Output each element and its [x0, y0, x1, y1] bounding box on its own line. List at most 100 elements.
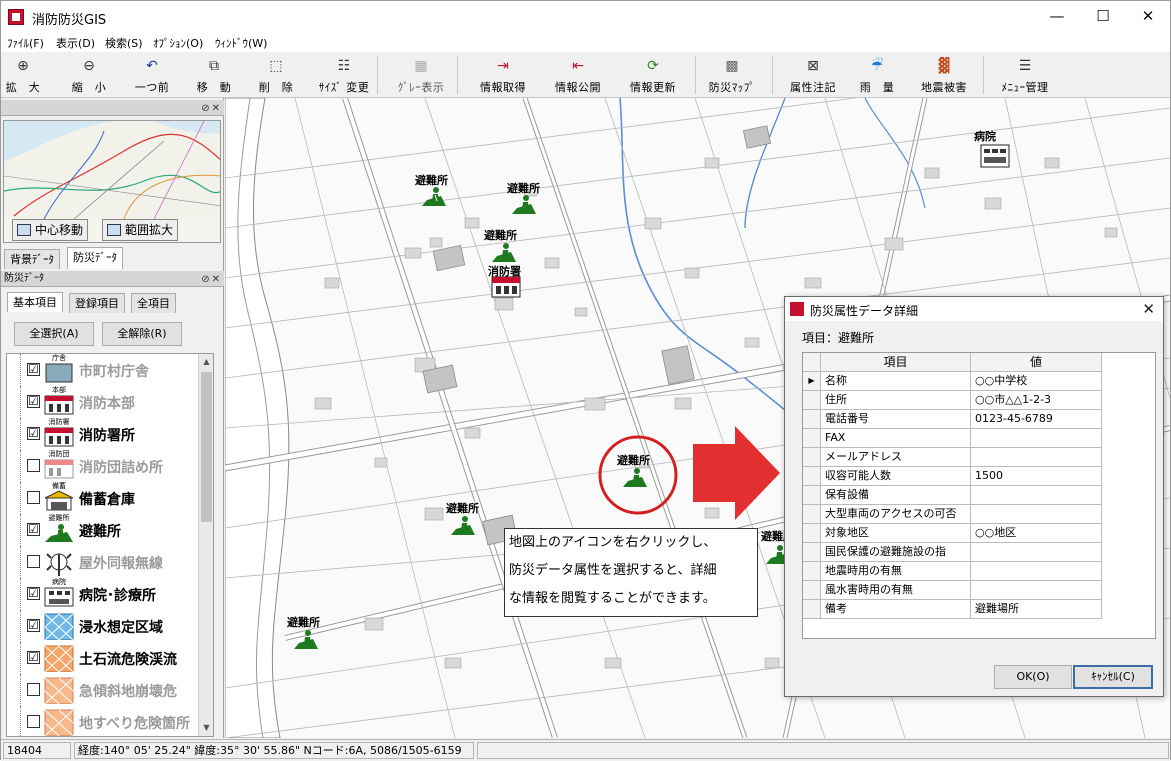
grid-cell-value[interactable] — [971, 505, 1102, 524]
row-selector[interactable] — [803, 581, 821, 600]
hospital-icon[interactable] — [980, 144, 1010, 168]
row-selector[interactable] — [803, 467, 821, 486]
back-button[interactable]: ↶ 一つ前 — [131, 55, 173, 95]
row-selector[interactable] — [803, 391, 821, 410]
row-selector[interactable] — [803, 448, 821, 467]
scroll-thumb[interactable] — [201, 372, 212, 522]
deselect-all-button[interactable]: 全解除(R) — [102, 322, 182, 346]
shelter-icon-highlighted[interactable] — [622, 467, 648, 489]
menu-window[interactable]: ｳｨﾝﾄﾞｳ(W) — [215, 35, 267, 51]
layer-checkbox[interactable]: ☑ — [27, 651, 40, 664]
info-publish-button[interactable]: ⇤ 情報公開 — [549, 55, 607, 95]
grid-row[interactable]: 収容可能人数 1500 — [803, 467, 1103, 486]
row-selector[interactable] — [803, 505, 821, 524]
delete-button[interactable]: ⬚ 削 除 — [257, 55, 295, 95]
layer-checkbox[interactable]: ☑ — [27, 363, 40, 376]
close-button[interactable]: ✕ — [1125, 1, 1171, 32]
layer-checkbox[interactable]: ☑ — [27, 395, 40, 408]
minimize-button[interactable]: — — [1034, 1, 1080, 32]
menu-file[interactable]: ﾌｧｲﾙ(F) — [7, 35, 44, 51]
dialog-close-button[interactable]: ✕ — [1142, 300, 1155, 318]
shelter-icon[interactable] — [511, 194, 537, 216]
tab-disaster-data[interactable]: 防災ﾃﾞｰﾀ — [67, 247, 123, 269]
grid-row[interactable]: 電話番号 0123-45-6789 — [803, 410, 1103, 429]
grid-cell-value[interactable]: 0123-45-6789 — [971, 410, 1102, 429]
row-selector[interactable]: ▶ — [803, 372, 821, 391]
grid-row[interactable]: FAX — [803, 429, 1103, 448]
grid-cell-value[interactable] — [971, 448, 1102, 467]
scroll-up-icon[interactable]: ▲ — [199, 354, 213, 370]
row-selector[interactable] — [803, 524, 821, 543]
layer-item[interactable]: 備蓄 備蓄倉庫 — [7, 482, 200, 514]
layer-item[interactable]: 屋外同報無線 — [7, 546, 200, 578]
layer-checkbox[interactable]: ☑ — [27, 587, 40, 600]
shelter-icon[interactable] — [450, 515, 476, 537]
layer-checkbox[interactable] — [27, 555, 40, 568]
row-selector[interactable] — [803, 562, 821, 581]
panel-pin-close-icons[interactable]: ⊘✕ — [201, 272, 222, 287]
zoom-out-button[interactable]: ⊖ 縮 小 — [69, 55, 109, 95]
quake-damage-button[interactable]: ▓ 地震被害 — [915, 55, 973, 95]
layer-checkbox[interactable]: ☑ — [27, 619, 40, 632]
center-move-button[interactable]: 中心移動 — [12, 219, 89, 241]
rainfall-button[interactable]: ☔ 雨 量 — [855, 55, 899, 95]
zoom-in-button[interactable]: ⊕ 拡 大 — [5, 55, 41, 95]
layer-checkbox[interactable] — [27, 459, 40, 472]
layer-checkbox[interactable] — [27, 491, 40, 504]
shelter-icon[interactable] — [491, 242, 517, 264]
menu-search[interactable]: 検索(S) — [105, 35, 143, 51]
grid-cell-value[interactable] — [971, 562, 1102, 581]
grid-row[interactable]: 保有設備 — [803, 486, 1103, 505]
attr-note-button[interactable]: ⊠ 属性注記 — [785, 55, 841, 95]
grid-row[interactable]: 国民保護の避難施設の指 — [803, 543, 1103, 562]
row-selector[interactable] — [803, 543, 821, 562]
grid-cell-value[interactable]: ○○市△△1-2-3 — [971, 391, 1102, 410]
move-button[interactable]: ⧉ 移 動 — [195, 55, 233, 95]
layer-item[interactable]: ☑ 消防署 消防署所 — [7, 418, 200, 450]
grid-row[interactable]: ▶ 名称 ○○中学校 — [803, 372, 1103, 391]
ok-button[interactable]: OK(O) — [994, 665, 1072, 689]
resize-button[interactable]: ☷ ｻｲｽﾞ 変更 — [317, 55, 371, 95]
layer-item[interactable]: ☑ 避難所 避難所 — [7, 514, 200, 546]
menu-option[interactable]: ｵﾌﾟｼｮﾝ(O) — [153, 35, 203, 51]
grid-row[interactable]: 備考 避難場所 — [803, 600, 1103, 619]
info-get-button[interactable]: ⇥ 情報取得 — [475, 55, 531, 95]
tab-basic-items[interactable]: 基本項目 — [7, 292, 63, 312]
layer-item[interactable]: ☑ 庁舎 市町村庁舎 — [7, 354, 200, 386]
grid-cell-value[interactable]: 避難場所 — [971, 600, 1102, 619]
grid-row[interactable]: 大型車両のアクセスの可否 — [803, 505, 1103, 524]
tab-background-data[interactable]: 背景ﾃﾞｰﾀ — [4, 249, 60, 269]
menu-manage-button[interactable]: ☰ ﾒﾆｭｰ管理 — [995, 55, 1055, 95]
tab-registered-items[interactable]: 登録項目 — [69, 293, 125, 313]
scroll-down-icon[interactable]: ▼ — [199, 720, 213, 736]
shelter-icon[interactable] — [293, 629, 319, 651]
menu-view[interactable]: 表示(D) — [56, 35, 95, 51]
select-all-button[interactable]: 全選択(A) — [14, 322, 94, 346]
grid-row[interactable]: 風水害時用の有無 — [803, 581, 1103, 600]
layer-checkbox[interactable] — [27, 683, 40, 696]
tab-all-items[interactable]: 全項目 — [131, 293, 176, 313]
row-selector[interactable] — [803, 429, 821, 448]
layer-list[interactable]: ☑ 庁舎 市町村庁舎 ☑ 本部 消防本部 ☑ 消防署 消防署所 消防団 消防団詰め所 備蓄 備蓄倉庫 ☑ 避… — [6, 353, 214, 737]
layer-item[interactable]: ☑ 浸水想定区域 — [7, 610, 200, 642]
layer-item[interactable]: 急傾斜地崩壊危 — [7, 674, 200, 706]
layer-list-scrollbar[interactable]: ▲ ▼ — [198, 354, 213, 736]
row-selector[interactable] — [803, 410, 821, 429]
layer-item[interactable]: ☑ 病院 病院･診療所 — [7, 578, 200, 610]
panel-pin-close-icons[interactable]: ⊘✕ — [201, 101, 222, 116]
grid-cell-value[interactable]: ○○地区 — [971, 524, 1102, 543]
gray-display-button[interactable]: ▦ ｸﾞﾚｰ表示 — [393, 55, 449, 95]
grid-cell-value[interactable]: ○○中学校 — [971, 372, 1102, 391]
grid-row[interactable]: メールアドレス — [803, 448, 1103, 467]
layer-checkbox[interactable]: ☑ — [27, 523, 40, 536]
row-selector[interactable] — [803, 600, 821, 619]
layer-checkbox[interactable] — [27, 715, 40, 728]
layer-item[interactable]: 地すべり危険箇所 — [7, 706, 200, 736]
row-selector[interactable] — [803, 486, 821, 505]
info-update-button[interactable]: ⟳ 情報更新 — [625, 55, 681, 95]
fire-station-icon[interactable] — [491, 276, 521, 298]
grid-cell-value[interactable]: 1500 — [971, 467, 1102, 486]
grid-row[interactable]: 地震時用の有無 — [803, 562, 1103, 581]
grid-row[interactable]: 対象地区 ○○地区 — [803, 524, 1103, 543]
layer-item[interactable]: 消防団 消防団詰め所 — [7, 450, 200, 482]
